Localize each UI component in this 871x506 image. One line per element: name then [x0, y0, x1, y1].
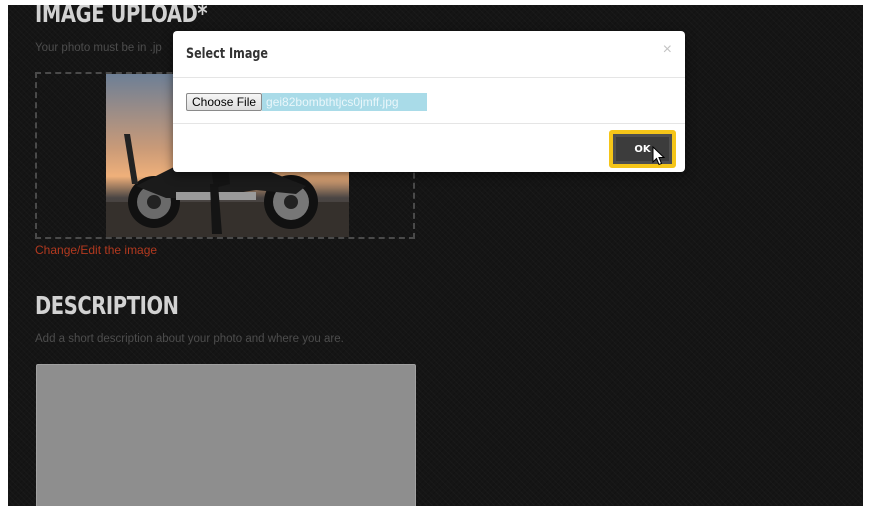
modal-title: Select Image	[186, 46, 268, 62]
file-input[interactable]: Choose File gei82bombthtjcs0jmff.jpg	[186, 93, 427, 111]
image-format-hint: Your photo must be in .jp	[35, 42, 162, 54]
modal-body: Choose File gei82bombthtjcs0jmff.jpg	[173, 78, 685, 124]
close-icon[interactable]: ×	[663, 42, 672, 58]
description-heading: DESCRIPTION	[35, 291, 179, 320]
select-image-modal: Select Image × Choose File gei82bombthtj…	[173, 31, 685, 172]
modal-footer: OK	[173, 124, 685, 172]
image-upload-heading: IMAGE UPLOAD*	[35, 5, 208, 28]
description-hint: Add a short description about your photo…	[35, 333, 344, 345]
change-edit-image-link[interactable]: Change/Edit the image	[35, 243, 157, 257]
page-frame: IMAGE UPLOAD* Your photo must be in .jp	[8, 5, 863, 506]
choose-file-button[interactable]: Choose File	[186, 93, 263, 111]
ok-button-label: OK	[634, 143, 651, 155]
description-textarea[interactable]	[36, 364, 416, 506]
modal-header: Select Image ×	[173, 31, 685, 78]
ok-button[interactable]: OK	[609, 130, 676, 168]
selected-file-name: gei82bombthtjcs0jmff.jpg	[262, 93, 427, 111]
